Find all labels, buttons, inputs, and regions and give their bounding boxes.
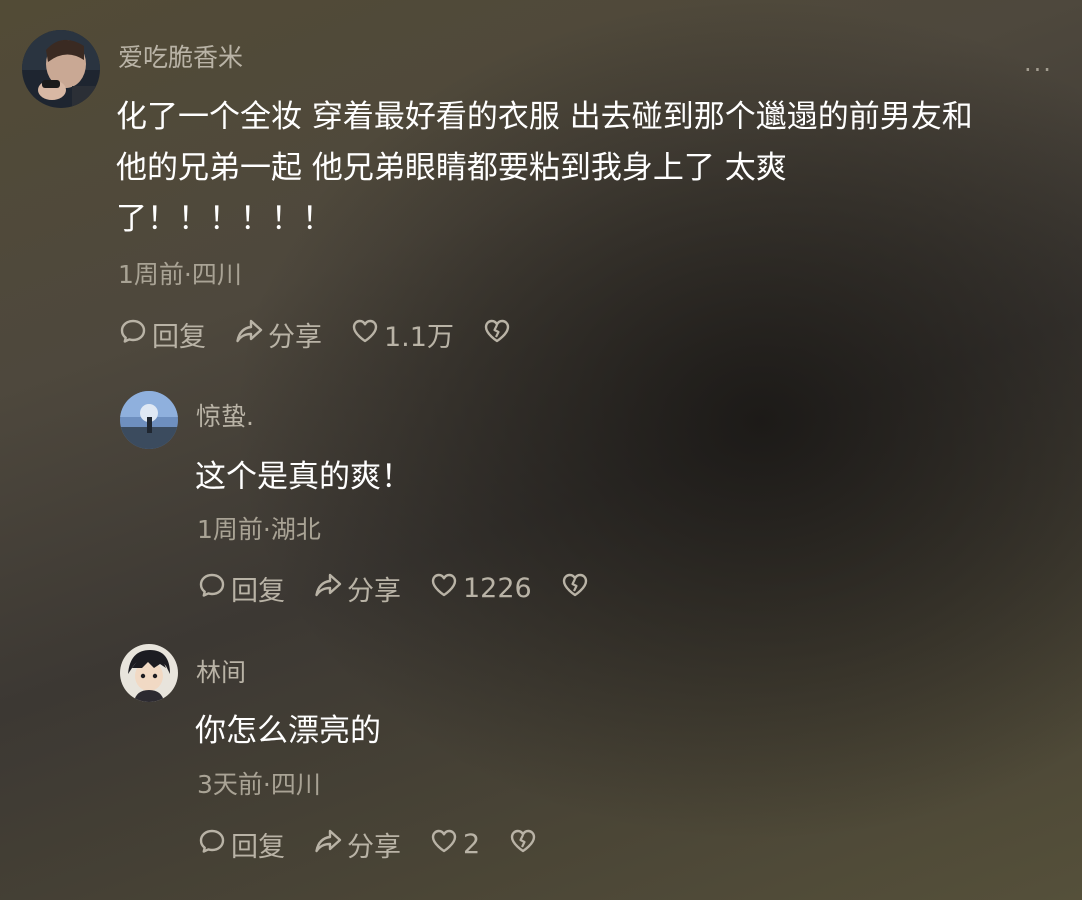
comment-text-line: 了！！！！！！ bbox=[116, 201, 333, 237]
username[interactable]: 林间 bbox=[196, 653, 246, 689]
reply-label: 回复 bbox=[231, 831, 285, 863]
comment-meta: 3天前·四川 bbox=[197, 770, 321, 799]
comment-text-line: 化了一个全妆 穿着最好看的衣服 出去碰到那个邋遢的前男友和 bbox=[116, 99, 973, 135]
comment-meta: 1周前·湖北 bbox=[197, 515, 321, 544]
dislike-button[interactable] bbox=[482, 316, 516, 353]
heart-outline-icon bbox=[429, 826, 463, 863]
comment-actions: 回复 分享 1.1万 bbox=[118, 314, 544, 354]
broken-heart-icon bbox=[508, 826, 542, 863]
comment-actions: 回复 分享 2 bbox=[197, 824, 570, 864]
share-arrow-icon bbox=[234, 316, 268, 353]
share-arrow-icon bbox=[313, 570, 347, 607]
avatar[interactable] bbox=[120, 644, 178, 702]
share-arrow-icon bbox=[313, 826, 347, 863]
dislike-button[interactable] bbox=[560, 570, 594, 607]
like-count: 2 bbox=[463, 828, 481, 860]
like-button[interactable]: 1.1万 bbox=[350, 315, 454, 354]
broken-heart-icon bbox=[560, 570, 594, 607]
share-button[interactable]: 分享 bbox=[234, 315, 322, 354]
reply-label: 回复 bbox=[231, 575, 285, 607]
more-options-icon[interactable]: ··· bbox=[1024, 56, 1053, 84]
like-button[interactable]: 1226 bbox=[429, 570, 532, 607]
comment-text-line: 这个是真的爽！ bbox=[195, 459, 412, 495]
broken-heart-icon bbox=[482, 316, 516, 353]
avatar[interactable] bbox=[22, 30, 100, 108]
like-count: 1226 bbox=[463, 572, 532, 604]
comment-actions: 回复 分享 1226 bbox=[197, 568, 622, 608]
comment-bubble-icon bbox=[197, 826, 231, 863]
like-count: 1.1万 bbox=[384, 321, 454, 353]
reply-button[interactable]: 回复 bbox=[197, 825, 285, 864]
reply-button[interactable]: 回复 bbox=[197, 569, 285, 608]
username[interactable]: 惊蛰. bbox=[196, 397, 254, 433]
username[interactable]: 爱吃脆香米 bbox=[118, 38, 243, 74]
heart-outline-icon bbox=[350, 316, 384, 353]
comment-meta: 1周前·四川 bbox=[118, 260, 242, 289]
comment-text-line: 他的兄弟一起 他兄弟眼睛都要粘到我身上了 太爽 bbox=[116, 150, 787, 186]
share-label: 分享 bbox=[268, 321, 322, 353]
share-label: 分享 bbox=[347, 831, 401, 863]
share-button[interactable]: 分享 bbox=[313, 825, 401, 864]
heart-outline-icon bbox=[429, 570, 463, 607]
share-button[interactable]: 分享 bbox=[313, 569, 401, 608]
like-button[interactable]: 2 bbox=[429, 826, 480, 863]
share-label: 分享 bbox=[347, 575, 401, 607]
comment-bubble-icon bbox=[118, 316, 152, 353]
dislike-button[interactable] bbox=[508, 826, 542, 863]
comment-text-line: 你怎么漂亮的 bbox=[195, 713, 381, 749]
comment-bubble-icon bbox=[197, 570, 231, 607]
reply-button[interactable]: 回复 bbox=[118, 315, 206, 354]
reply-label: 回复 bbox=[152, 321, 206, 353]
avatar[interactable] bbox=[120, 391, 178, 449]
